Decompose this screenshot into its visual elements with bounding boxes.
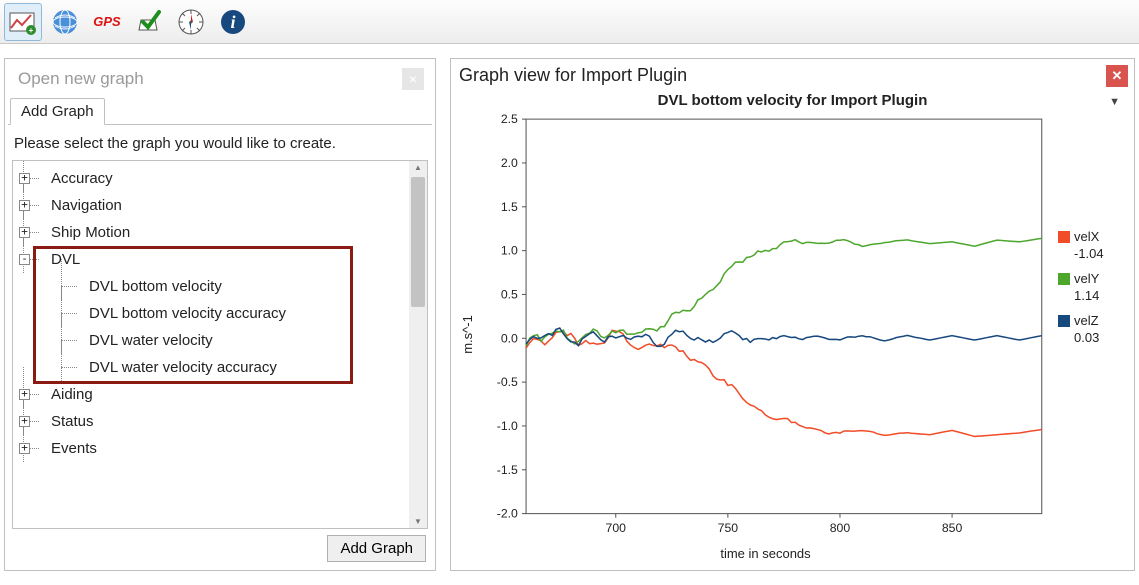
tabbar: Add Graph [8,98,432,125]
tree-item-status[interactable]: Status [51,413,94,430]
info-icon: i [219,8,247,36]
tab-add-graph[interactable]: Add Graph [10,98,105,125]
new-graph-icon: + [9,8,37,36]
svg-text:1.0: 1.0 [501,244,518,258]
checkmark-icon [135,8,163,36]
close-chart-button[interactable]: ✕ [1106,65,1128,87]
legend-velz: velZ [1058,313,1130,328]
toolbar-btn-compass[interactable] [172,3,210,41]
svg-text:850: 850 [942,521,963,535]
svg-text:2.0: 2.0 [501,156,518,170]
tree-item-accuracy[interactable]: Accuracy [51,170,113,187]
tree-item-events[interactable]: Events [51,440,97,457]
tree-item-aiding[interactable]: Aiding [51,386,93,403]
tree-item-dvl-bottom-velocity[interactable]: DVL bottom velocity [89,278,222,295]
toolbar-btn-info[interactable]: i [214,3,252,41]
scroll-thumb[interactable] [411,177,425,307]
svg-text:1.5: 1.5 [501,200,518,214]
chart-area: DVL bottom velocity for Import Plugin ▼ … [455,90,1130,566]
collapse-dvl[interactable]: - [19,254,30,265]
add-graph-button[interactable]: Add Graph [327,535,426,562]
legend-label-vely: velY [1074,271,1099,286]
svg-text:-1.0: -1.0 [497,419,518,433]
expand-accuracy[interactable]: + [19,173,30,184]
y-axis-label: m.s^-1 [455,109,479,561]
tree-item-dvl-water-velocity[interactable]: DVL water velocity [89,332,213,349]
close-panel-button[interactable]: × [402,68,424,90]
legend-value-velx: -1.04 [1058,246,1130,261]
graph-type-tree: + Accuracy + Navigation + Ship Motion [12,160,428,529]
panel-title: Open new graph [18,69,144,89]
chart-legend: velX -1.04 velY 1.14 velZ 0.03 [1052,109,1130,561]
globe-icon [51,8,79,36]
toolbar-btn-check[interactable] [130,3,168,41]
legend-value-vely: 1.14 [1058,288,1130,303]
tree-item-dvl[interactable]: DVL [51,251,80,268]
svg-text:800: 800 [830,521,851,535]
toolbar-btn-globe[interactable] [46,3,84,41]
prompt-text: Please select the graph you would like t… [8,125,432,158]
tree-item-dvl-bottom-velocity-accuracy[interactable]: DVL bottom velocity accuracy [89,305,286,322]
svg-text:700: 700 [606,521,627,535]
expand-aiding[interactable]: + [19,389,30,400]
svg-text:-1.5: -1.5 [497,463,518,477]
svg-text:+: + [29,26,34,35]
legend-value-velz: 0.03 [1058,330,1130,345]
legend-swatch-velx [1058,231,1070,243]
chart-menu-icon[interactable]: ▼ [1109,96,1120,108]
svg-text:i: i [230,12,235,32]
tree-item-ship-motion[interactable]: Ship Motion [51,224,130,241]
x-axis-label: time in seconds [479,544,1052,561]
tree-item-navigation[interactable]: Navigation [51,197,122,214]
chart-plot[interactable]: -2.0 -1.5 -1.0 -0.5 0.0 0.5 1.0 1.5 2.0 2.5 700 750… [479,109,1052,544]
graph-view-panel: Graph view for Import Plugin ✕ DVL botto… [450,58,1135,571]
expand-events[interactable]: + [19,443,30,454]
svg-text:0.5: 0.5 [501,288,518,302]
tree-scrollbar[interactable] [409,161,427,528]
legend-vely: velY [1058,271,1130,286]
chart-title: DVL bottom velocity for Import Plugin [658,92,928,109]
compass-icon [177,8,205,36]
svg-text:750: 750 [718,521,739,535]
toolbar: + GPS [0,0,1139,44]
graph-view-title: Graph view for Import Plugin [455,63,1130,90]
expand-navigation[interactable]: + [19,200,30,211]
expand-ship-motion[interactable]: + [19,227,30,238]
svg-text:-2.0: -2.0 [497,507,518,521]
gps-icon: GPS [93,14,120,29]
legend-label-velz: velZ [1074,313,1099,328]
svg-text:0.0: 0.0 [501,331,518,345]
svg-text:2.5: 2.5 [501,112,518,126]
expand-status[interactable]: + [19,416,30,427]
legend-label-velx: velX [1074,229,1099,244]
toolbar-btn-new-graph[interactable]: + [4,3,42,41]
legend-velx: velX [1058,229,1130,244]
legend-swatch-velz [1058,315,1070,327]
open-new-graph-panel: Open new graph × Add Graph Please select… [4,58,436,571]
legend-swatch-vely [1058,273,1070,285]
toolbar-btn-gps[interactable]: GPS [88,3,126,41]
svg-text:-0.5: -0.5 [497,375,518,389]
tree-item-dvl-water-velocity-accuracy[interactable]: DVL water velocity accuracy [89,359,277,376]
